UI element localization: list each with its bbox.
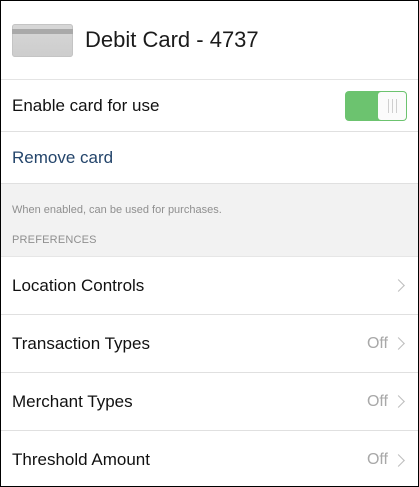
pref-label: Transaction Types xyxy=(12,333,150,353)
remove-card-label: Remove card xyxy=(12,147,114,167)
chevron-right-icon xyxy=(392,337,405,350)
pref-row-threshold-amount[interactable]: Threshold Amount Off xyxy=(1,431,418,486)
pref-value: Off xyxy=(366,392,388,410)
card-header: Debit Card - 4737 xyxy=(1,1,418,80)
pref-row-location-controls[interactable]: Location Controls xyxy=(1,257,418,315)
enable-card-label: Enable card for use xyxy=(12,95,160,115)
chevron-right-icon xyxy=(392,453,405,467)
pref-label: Location Controls xyxy=(12,275,145,295)
toggle-knob xyxy=(378,91,406,120)
pref-label: Merchant Types xyxy=(12,391,133,411)
enable-card-toggle[interactable] xyxy=(345,90,407,121)
pref-value: Off xyxy=(366,451,388,468)
remove-card-button[interactable]: Remove card xyxy=(1,132,418,184)
card-title: Debit Card - 4737 xyxy=(85,27,259,52)
card-settings-screen: Debit Card - 4737 Enable card for use Re… xyxy=(0,0,419,487)
enable-info-note: When enabled, can be used for purchases. xyxy=(12,204,222,216)
card-icon xyxy=(12,23,73,57)
pref-label: Threshold Amount xyxy=(12,450,150,469)
pref-row-transaction-types[interactable]: Transaction Types Off xyxy=(1,315,418,373)
pref-value: Off xyxy=(366,334,388,352)
enable-card-row[interactable]: Enable card for use xyxy=(1,80,418,132)
preferences-header: PREFERENCES xyxy=(12,234,97,246)
chevron-right-icon xyxy=(392,279,405,292)
pref-row-merchant-types[interactable]: Merchant Types Off xyxy=(1,373,418,431)
info-section: When enabled, can be used for purchases.… xyxy=(1,184,418,257)
chevron-right-icon xyxy=(392,395,405,408)
